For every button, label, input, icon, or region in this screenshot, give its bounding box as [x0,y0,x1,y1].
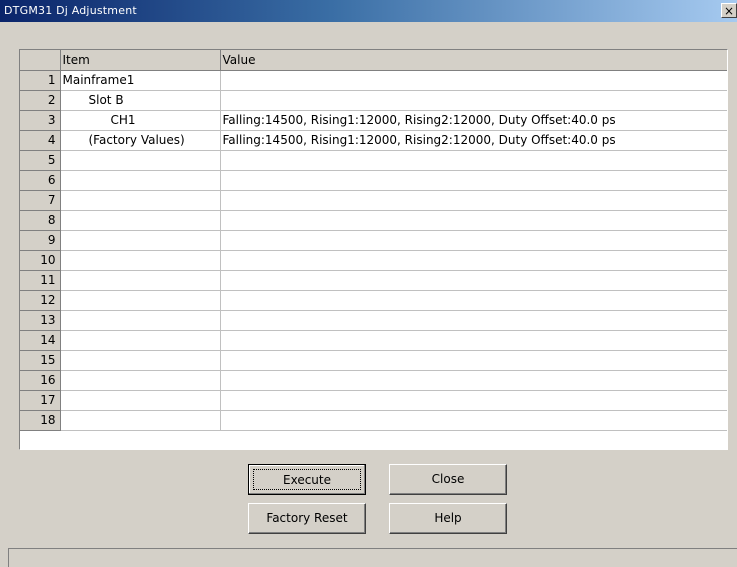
row-number[interactable]: 16 [20,370,61,391]
value-cell[interactable] [220,170,727,191]
item-cell[interactable] [60,330,221,351]
item-cell[interactable] [60,190,221,211]
table-row[interactable]: 10 [20,250,727,271]
row-number[interactable]: 6 [20,170,61,191]
item-cell[interactable]: (Factory Values) [60,130,221,151]
close-icon[interactable]: × [721,3,737,18]
row-number[interactable]: 15 [20,350,61,371]
row-number[interactable]: 10 [20,250,61,271]
grid-header-row: Item Value [20,50,727,71]
table-row[interactable]: 3 CH1 Falling:14500, Rising1:12000, Rising… [20,110,727,131]
row-number[interactable]: 4 [20,130,61,151]
value-cell[interactable] [220,70,727,91]
table-row[interactable]: 16 [20,370,727,391]
row-number[interactable]: 7 [20,190,61,211]
table-row[interactable]: 8 [20,210,727,231]
status-bar [8,548,737,567]
value-cell[interactable] [220,330,727,351]
row-number[interactable]: 18 [20,410,61,431]
close-button[interactable]: Close [389,464,507,495]
grid-header-value[interactable]: Value [220,50,727,71]
row-number[interactable]: 9 [20,230,61,251]
value-cell[interactable] [220,250,727,271]
row-number[interactable]: 2 [20,90,61,111]
table-row[interactable]: 4 (Factory Values) Falling:14500, Rising1:… [20,130,727,151]
item-cell[interactable] [60,410,221,431]
table-row[interactable]: 14 [20,330,727,351]
row-number[interactable]: 3 [20,110,61,131]
item-cell[interactable] [60,310,221,331]
table-row[interactable]: 1 Mainframe1 [20,70,727,91]
item-cell[interactable] [60,230,221,251]
value-cell[interactable] [220,350,727,371]
row-number[interactable]: 8 [20,210,61,231]
table-row[interactable]: 7 [20,190,727,211]
value-cell[interactable] [220,270,727,291]
item-cell[interactable] [60,390,221,411]
grid-table: Item Value 1 Mainframe1 2 Slot B 3 CH1 Falling… [20,50,727,431]
help-button[interactable]: Help [389,503,507,534]
item-cell[interactable] [60,270,221,291]
grid-header-item[interactable]: Item [60,50,221,71]
value-cell[interactable] [220,190,727,211]
table-row[interactable]: 9 [20,230,727,251]
value-cell[interactable] [220,410,727,431]
table-row[interactable]: 2 Slot B [20,90,727,111]
table-row[interactable]: 6 [20,170,727,191]
window-title: DTGM31 Dj Adjustment [4,4,137,17]
row-number[interactable]: 11 [20,270,61,291]
row-number[interactable]: 14 [20,330,61,351]
item-cell[interactable] [60,250,221,271]
value-cell[interactable]: Falling:14500, Rising1:12000, Rising2:12… [220,110,727,131]
row-number[interactable]: 12 [20,290,61,311]
table-row[interactable]: 13 [20,310,727,331]
item-cell[interactable] [60,290,221,311]
grid-header-corner [20,50,61,71]
table-row[interactable]: 18 [20,410,727,431]
value-cell[interactable] [220,90,727,111]
table-row[interactable]: 11 [20,270,727,291]
item-cell[interactable] [60,170,221,191]
item-cell[interactable]: Slot B [60,90,221,111]
item-cell[interactable]: CH1 [60,110,221,131]
value-cell[interactable] [220,290,727,311]
item-cell[interactable] [60,150,221,171]
value-cell[interactable] [220,150,727,171]
row-number[interactable]: 17 [20,390,61,411]
value-cell[interactable] [220,390,727,411]
value-cell[interactable]: Falling:14500, Rising1:12000, Rising2:12… [220,130,727,151]
item-cell[interactable] [60,370,221,391]
item-cell[interactable] [60,210,221,231]
factory-reset-button[interactable]: Factory Reset [248,503,366,534]
value-cell[interactable] [220,370,727,391]
row-number[interactable]: 1 [20,70,61,91]
table-row[interactable]: 17 [20,390,727,411]
value-cell[interactable] [220,210,727,231]
row-number[interactable]: 5 [20,150,61,171]
item-cell[interactable] [60,350,221,371]
title-bar: DTGM31 Dj Adjustment × [0,0,737,22]
table-row[interactable]: 5 [20,150,727,171]
value-cell[interactable] [220,310,727,331]
table-row[interactable]: 12 [20,290,727,311]
table-row[interactable]: 15 [20,350,727,371]
row-number[interactable]: 13 [20,310,61,331]
adjustment-grid[interactable]: Item Value 1 Mainframe1 2 Slot B 3 CH1 Falling… [19,49,728,450]
execute-button[interactable]: Execute [248,464,366,495]
execute-button-label: Execute [253,469,361,490]
value-cell[interactable] [220,230,727,251]
item-cell[interactable]: Mainframe1 [60,70,221,91]
